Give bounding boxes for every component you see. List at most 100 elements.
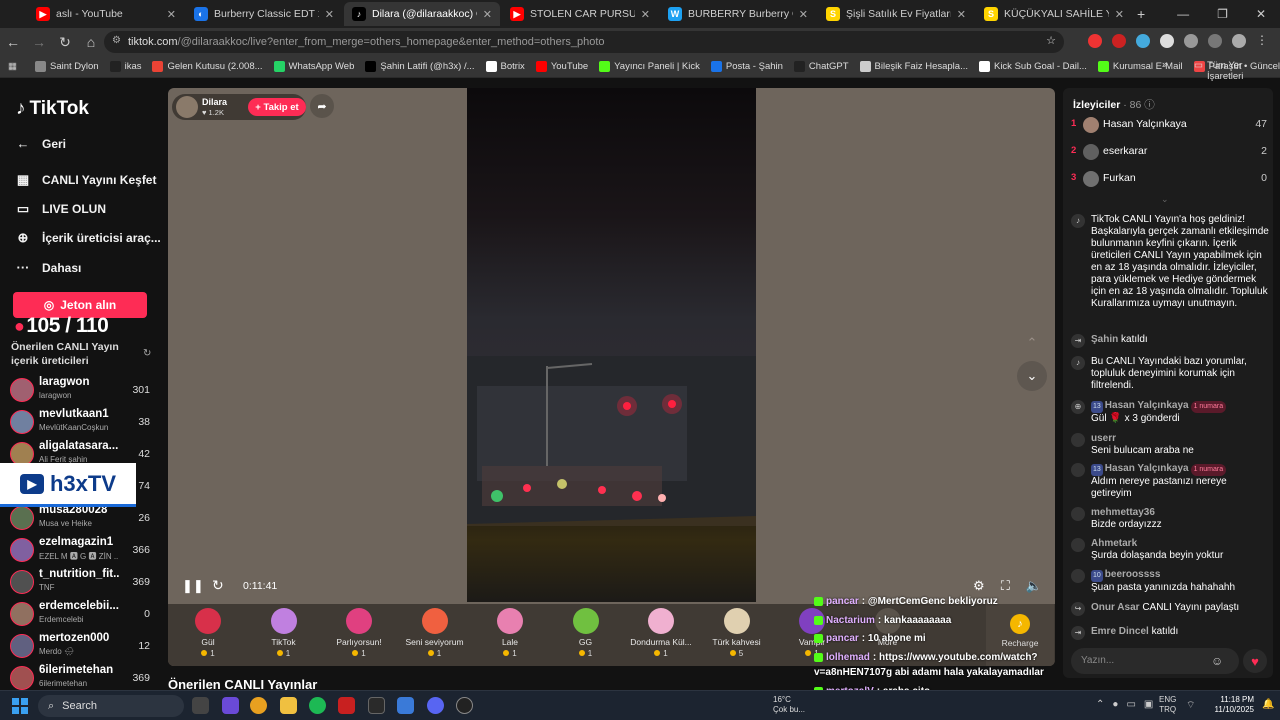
volume-icon[interactable]: 🔈 bbox=[1026, 578, 1042, 594]
bookmark-item[interactable]: Kurumsal E-Mail bbox=[1097, 61, 1183, 72]
top-viewer-row[interactable]: 3 Furkan 0 bbox=[1071, 169, 1267, 189]
bookmarks-overflow[interactable]: » bbox=[1162, 59, 1167, 70]
info-icon[interactable]: ⓘ bbox=[1144, 99, 1155, 111]
like-heart-button[interactable]: ♥ bbox=[1243, 649, 1267, 673]
puzzle-icon[interactable] bbox=[1184, 34, 1198, 48]
chat-username[interactable]: userr bbox=[1091, 433, 1116, 444]
bookmark-item[interactable]: YouTube bbox=[535, 61, 588, 72]
gift-item[interactable]: Gül 1 bbox=[173, 608, 243, 658]
all-bookmarks[interactable]: ▭ Tüm Yer İşaretleri bbox=[1194, 60, 1280, 82]
bookmark-star-icon[interactable]: ☆ bbox=[1046, 34, 1056, 47]
new-tab-button[interactable]: + bbox=[1137, 6, 1145, 22]
display-icon[interactable]: ▣ bbox=[1144, 699, 1153, 710]
browser-tab[interactable]: ▶ STOLEN CAR PURSUIT - Yo ✕ bbox=[502, 2, 658, 26]
refresh-icon[interactable]: ↻ bbox=[143, 348, 151, 359]
back-icon[interactable]: ← bbox=[0, 34, 26, 50]
bookmark-item[interactable]: Yayıncı Paneli | Kick bbox=[599, 61, 700, 72]
bookmark-item[interactable]: Saint Dylon bbox=[34, 61, 99, 72]
chevron-up-icon[interactable]: ⌃ bbox=[1096, 699, 1104, 710]
gift-item[interactable]: Türk kahvesi 5 bbox=[702, 608, 772, 658]
bookmark-item[interactable]: ChatGPT bbox=[793, 61, 849, 72]
chat-username[interactable]: Şahin bbox=[1091, 334, 1118, 345]
sidebar-item[interactable]: ··· Dahası bbox=[16, 260, 82, 275]
restore-icon[interactable]: ❐ bbox=[1217, 7, 1228, 21]
app-icon[interactable] bbox=[338, 697, 355, 714]
replay-icon[interactable]: ↻ bbox=[212, 577, 224, 594]
notification-icon[interactable]: 🔔 bbox=[1262, 699, 1274, 710]
tiktok-logo[interactable]: ♪ TikTok bbox=[16, 98, 89, 120]
extension-icon[interactable] bbox=[1136, 34, 1150, 48]
weather-widget[interactable]: 16°C Çok bu... bbox=[773, 695, 805, 715]
discord-icon[interactable] bbox=[427, 697, 444, 714]
suggested-creator[interactable]: mevlutkaan1 MevlütKaanCoşkun 38 bbox=[10, 408, 152, 438]
expand-chevron-icon[interactable]: ⌄ bbox=[1161, 194, 1169, 205]
taskbar-search[interactable]: ⌕ Search bbox=[38, 695, 184, 717]
task-view-icon[interactable] bbox=[192, 697, 209, 714]
extension-icon[interactable] bbox=[1160, 34, 1174, 48]
share-icon[interactable]: ➦ bbox=[310, 94, 334, 118]
follow-button[interactable]: + Takip et bbox=[248, 98, 306, 116]
pause-icon[interactable]: ❚❚ bbox=[182, 578, 204, 594]
browser-tab[interactable]: ▶ aslı - YouTube ✕ bbox=[28, 2, 184, 26]
windows-start-icon[interactable] bbox=[12, 698, 28, 714]
bookmark-item[interactable]: Şahin Latifi (@h3x) /... bbox=[365, 61, 475, 72]
chat-username[interactable]: Onur Asar bbox=[1091, 602, 1140, 613]
browser-tab[interactable]: ◐ Burberry Classic EDT 100 ml Erke ✕ bbox=[186, 2, 342, 26]
forward-icon[interactable]: → bbox=[26, 34, 52, 50]
chat-username[interactable]: beeroossss bbox=[1105, 569, 1161, 580]
battery-icon[interactable]: ▭ bbox=[1126, 699, 1135, 710]
gift-item[interactable]: GG 1 bbox=[551, 608, 621, 658]
fullscreen-icon[interactable]: ⛶ bbox=[1001, 578, 1010, 594]
suggested-creator[interactable]: t_nutrition_fit... TNF 369 bbox=[10, 568, 152, 598]
chat-username[interactable]: Hasan Yalçınkaya bbox=[1105, 400, 1189, 411]
suggested-creator[interactable]: erdemcelebii... Erdemcelebi 0 bbox=[10, 600, 152, 630]
network-app-icon[interactable] bbox=[397, 697, 414, 714]
site-info-icon[interactable]: ⚙ bbox=[112, 35, 121, 46]
suggested-creator[interactable]: laragwon laragwon 301 bbox=[10, 376, 152, 406]
chrome-icon[interactable] bbox=[250, 697, 267, 714]
close-tab-icon[interactable]: ✕ bbox=[799, 8, 808, 21]
previous-stream-icon[interactable]: ⌃ bbox=[1017, 328, 1047, 358]
bookmark-item[interactable]: Posta - Şahin bbox=[710, 61, 783, 72]
next-stream-icon[interactable]: ⌄ bbox=[1017, 361, 1047, 391]
emoji-icon[interactable]: ☺ bbox=[1211, 654, 1223, 668]
gift-item[interactable]: Dondurma Kül... 1 bbox=[626, 608, 696, 658]
close-tab-icon[interactable]: ✕ bbox=[957, 8, 966, 21]
chat-username[interactable]: mehmettay36 bbox=[1091, 507, 1155, 518]
profile-avatar[interactable] bbox=[1232, 34, 1246, 48]
browser-tab[interactable]: S KÜÇÜKYALI SAHİLE YAKIN 4+1 ✕ bbox=[976, 2, 1132, 26]
suggested-creator[interactable]: ezelmagazin1 EZEL M 🅰 G 🅰 ZİN ... 366 bbox=[10, 536, 152, 566]
browser-tab[interactable]: W BURBERRY Burberry Classic Erk ✕ bbox=[660, 2, 816, 26]
steam-icon[interactable]: ● bbox=[1112, 699, 1118, 710]
reload-icon[interactable]: ↻ bbox=[52, 34, 78, 51]
copilot-icon[interactable] bbox=[222, 697, 239, 714]
extension-icon[interactable] bbox=[1088, 34, 1102, 48]
home-icon[interactable]: ⌂ bbox=[78, 34, 104, 50]
top-viewer-row[interactable]: 2 eserkarar 2 bbox=[1071, 142, 1267, 162]
suggested-creator[interactable]: mertozen000 Merdo 🌧 12 bbox=[10, 632, 152, 662]
bookmark-item[interactable]: Botrix bbox=[485, 61, 525, 72]
settings-icon[interactable]: ⚙ bbox=[973, 578, 985, 594]
minimize-icon[interactable]: — bbox=[1177, 7, 1189, 21]
clock[interactable]: 11:18 PM 11/10/2025 bbox=[1210, 695, 1254, 715]
gift-item[interactable]: Seni seviyorum 1 bbox=[400, 608, 470, 658]
sidebar-item[interactable]: ▭ LIVE OLUN bbox=[16, 201, 106, 217]
gift-item[interactable]: Lale 1 bbox=[475, 608, 545, 658]
close-tab-icon[interactable]: ✕ bbox=[167, 8, 176, 21]
extension-icon[interactable] bbox=[1112, 34, 1126, 48]
media-icon[interactable] bbox=[1208, 34, 1222, 48]
suggested-creator[interactable]: musa280028 Musa ve Heike 26 bbox=[10, 504, 152, 534]
chat-username[interactable]: Ahmetark bbox=[1091, 538, 1137, 549]
address-bar[interactable]: ⚙ tiktok.com/@dilaraakkoc/live?enter_fro… bbox=[104, 31, 1064, 53]
terminal-icon[interactable] bbox=[368, 697, 385, 714]
browser-tab[interactable]: S Şişli Satılık Ev Fiyatları sahibinde ✕ bbox=[818, 2, 974, 26]
browser-tab[interactable]: ♪ Dilara (@dilaraakkoc) CANLI ✕ bbox=[344, 2, 500, 26]
language-indicator[interactable]: ENG TRQ bbox=[1159, 695, 1176, 715]
close-tab-icon[interactable]: ✕ bbox=[483, 8, 492, 21]
bookmark-item[interactable]: WhatsApp Web bbox=[273, 61, 354, 72]
chat-username[interactable]: Hasan Yalçınkaya bbox=[1105, 463, 1189, 474]
host-name[interactable]: Dilara bbox=[202, 97, 227, 107]
menu-kebab-icon[interactable]: ⋮ bbox=[1256, 34, 1270, 48]
chat-username[interactable]: Emre Dincel bbox=[1091, 626, 1149, 637]
wifi-icon[interactable]: ⌔ bbox=[1186, 699, 1195, 712]
